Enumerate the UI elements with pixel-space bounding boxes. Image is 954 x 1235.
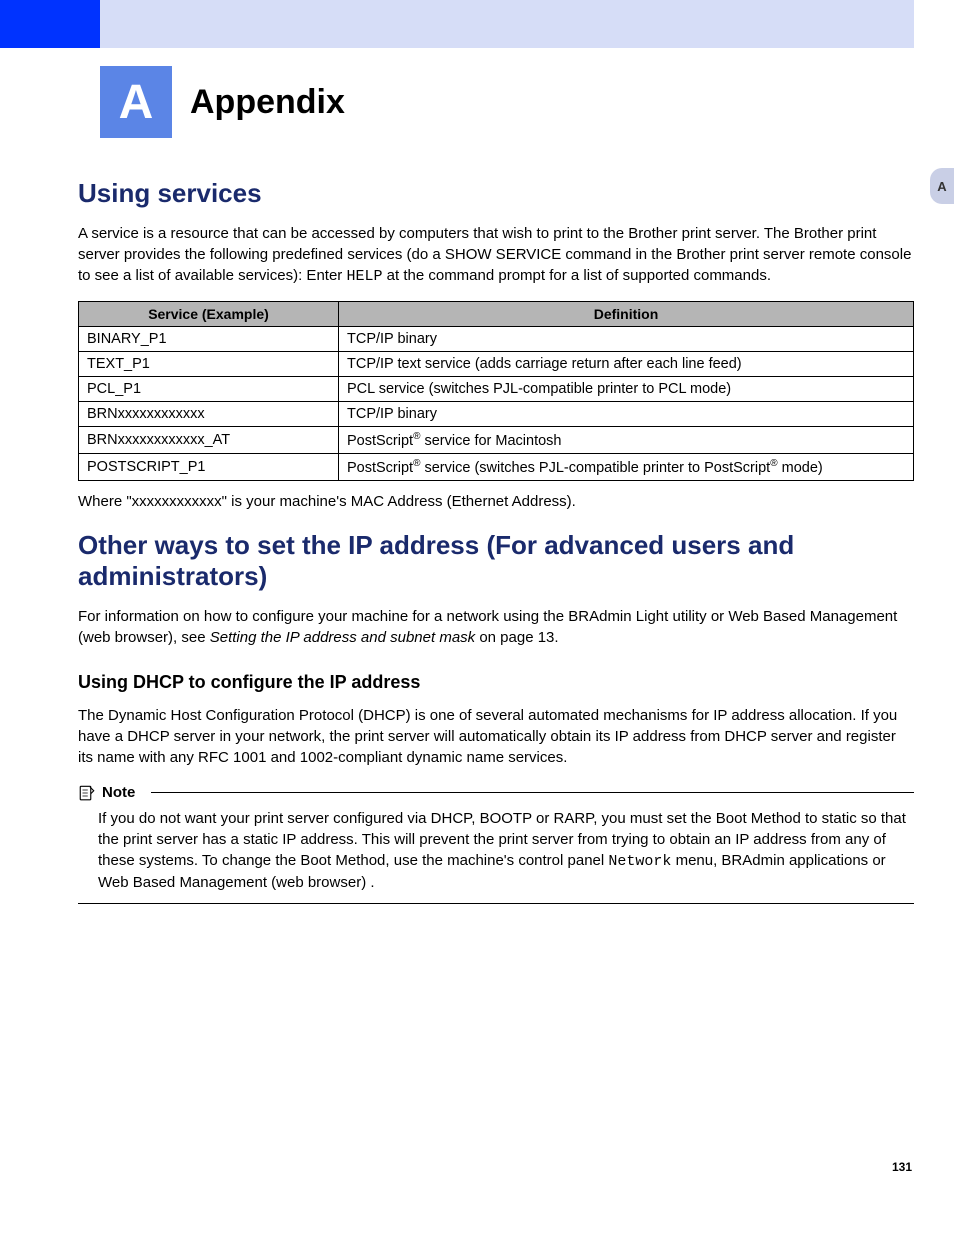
table-row: BRNxxxxxxxxxxxxTCP/IP binary [79, 402, 914, 427]
ip-intro: For information on how to configure your… [78, 606, 914, 648]
note-divider [151, 792, 914, 793]
banner-light-block [100, 0, 914, 48]
cell-service: BRNxxxxxxxxxxxx_AT [79, 427, 339, 454]
appendix-header: A Appendix [0, 66, 954, 138]
cell-definition: PostScript® service for Macintosh [339, 427, 914, 454]
table-row: BRNxxxxxxxxxxxx_ATPostScript® service fo… [79, 427, 914, 454]
appendix-title: Appendix [190, 83, 345, 122]
note-icon [78, 784, 96, 802]
banner-blue-block [0, 0, 100, 48]
note-body: If you do not want your print server con… [78, 802, 914, 904]
services-footnote: Where "xxxxxxxxxxxx" is your machine's M… [78, 491, 914, 512]
note-body-code: Network [608, 853, 671, 870]
table-row: POSTSCRIPT_P1PostScript® service (switch… [79, 453, 914, 480]
table-row: PCL_P1PCL service (switches PJL-compatib… [79, 377, 914, 402]
cell-service: BRNxxxxxxxxxxxx [79, 402, 339, 427]
cell-definition: TCP/IP binary [339, 402, 914, 427]
side-tab[interactable]: A [930, 168, 954, 204]
note-block: Note If you do not want your print serve… [78, 784, 914, 904]
table-row: BINARY_P1TCP/IP binary [79, 327, 914, 352]
top-banner [0, 0, 954, 48]
cell-service: PCL_P1 [79, 377, 339, 402]
cell-service: POSTSCRIPT_P1 [79, 453, 339, 480]
services-table: Service (Example) Definition BINARY_P1TC… [78, 301, 914, 481]
page-number: 131 [892, 1160, 912, 1174]
cell-definition: TCP/IP text service (adds carriage retur… [339, 352, 914, 377]
table-row: TEXT_P1TCP/IP text service (adds carriag… [79, 352, 914, 377]
appendix-badge: A [100, 66, 172, 138]
cell-definition: PCL service (switches PJL-compatible pri… [339, 377, 914, 402]
cell-definition: PostScript® service (switches PJL-compat… [339, 453, 914, 480]
help-command: HELP [346, 268, 382, 285]
section-heading-ipaddress: Other ways to set the IP address (For ad… [78, 530, 914, 592]
services-intro-post: at the command prompt for a list of supp… [382, 267, 771, 284]
dhcp-body: The Dynamic Host Configuration Protocol … [78, 705, 914, 768]
section-heading-services: Using services [78, 178, 914, 209]
services-intro: A service is a resource that can be acce… [78, 223, 914, 287]
cell-service: TEXT_P1 [79, 352, 339, 377]
table-header-definition: Definition [339, 302, 914, 327]
ip-intro-post: on page 13. [475, 629, 558, 646]
subsection-heading-dhcp: Using DHCP to configure the IP address [78, 672, 914, 693]
note-label: Note [102, 784, 135, 801]
ip-intro-link[interactable]: Setting the IP address and subnet mask [210, 629, 475, 646]
cell-service: BINARY_P1 [79, 327, 339, 352]
cell-definition: TCP/IP binary [339, 327, 914, 352]
table-header-service: Service (Example) [79, 302, 339, 327]
